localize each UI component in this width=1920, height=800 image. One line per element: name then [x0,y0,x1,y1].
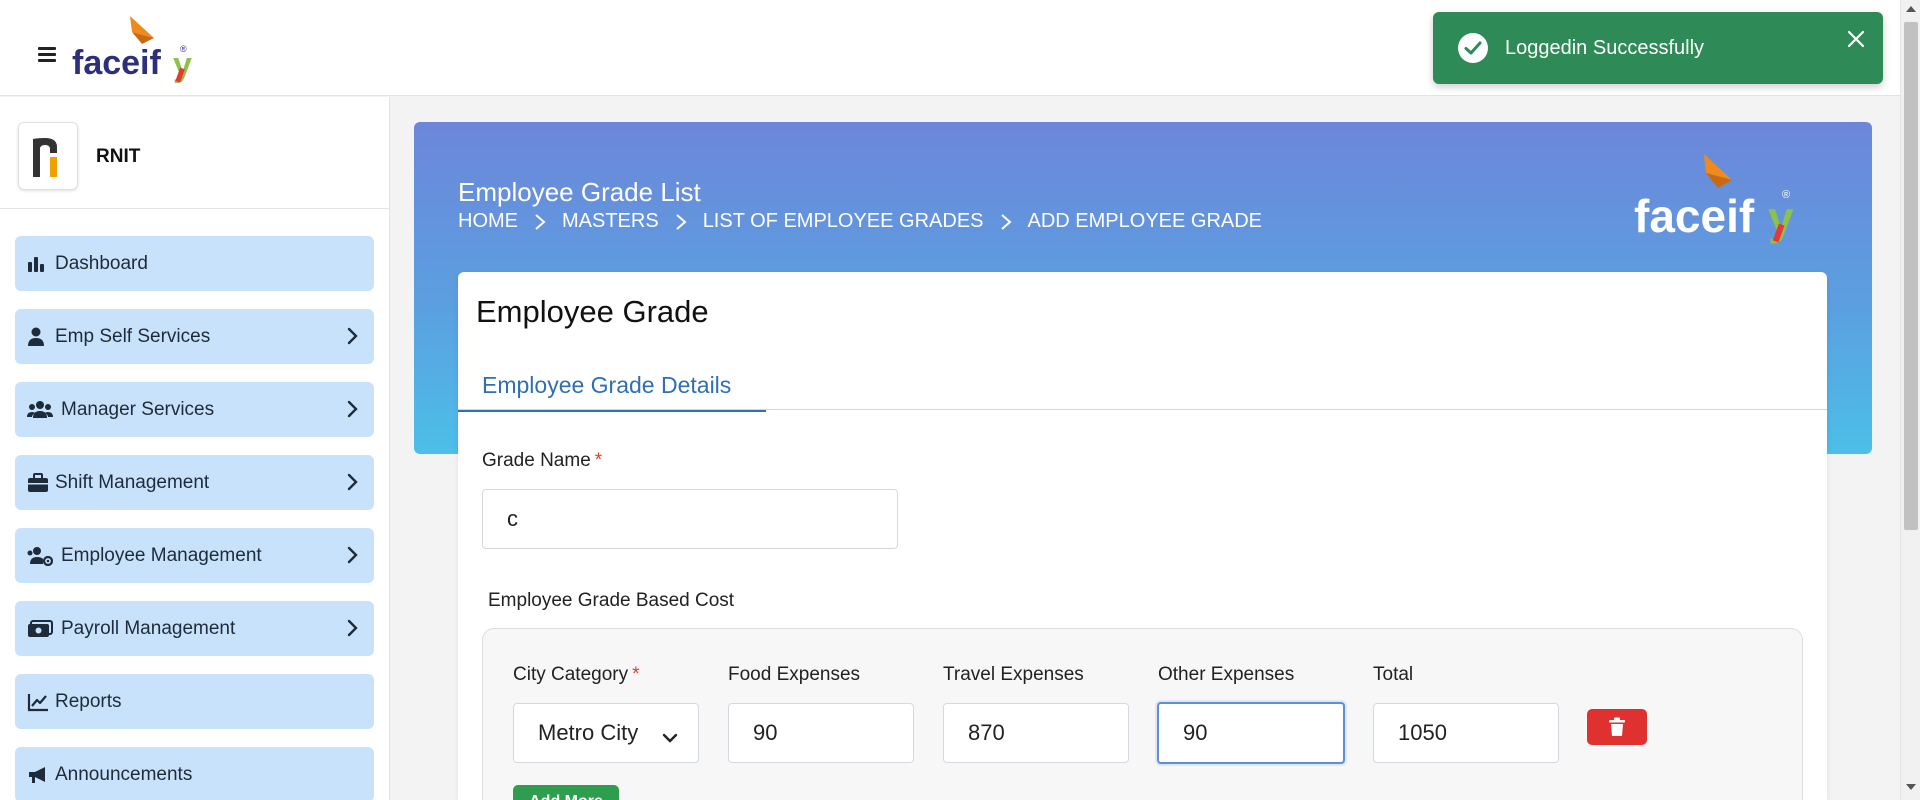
breadcrumb: HOME MASTERS LIST OF EMPLOYEE GRADES ADD… [458,210,1262,233]
sidebar-item-label: Manager Services [61,398,215,420]
brand-logo-white: faceif y ® [1634,152,1804,247]
trash-icon [1609,717,1625,736]
company-name: RNIT [96,146,141,167]
employee-grade-card: Employee Grade Employee Grade Details Gr… [458,272,1827,800]
money-icon [27,618,55,640]
sidebar-item-dashboard[interactable]: Dashboard [15,236,374,291]
tab-employee-grade-details[interactable]: Employee Grade Details [458,356,766,412]
card-title: Employee Grade [476,294,709,329]
svg-text:faceif: faceif [72,44,161,82]
cost-section-label: Employee Grade Based Cost [488,590,735,611]
required-marker: * [632,664,640,685]
hamburger-menu-icon[interactable] [38,44,64,70]
company-header: RNIT [0,97,389,209]
total-input[interactable] [1373,703,1559,763]
grade-name-input[interactable] [482,489,898,549]
users-gear-icon [27,545,55,567]
add-more-button[interactable]: Add More [513,785,619,800]
tab-divider [458,409,1827,410]
sidebar: RNIT Dashboard Emp Self Services Manager… [0,97,390,800]
sidebar-item-payroll-management[interactable]: Payroll Management [15,601,374,656]
sidebar-item-label: Employee Management [61,544,262,566]
food-expenses-input[interactable] [728,703,914,763]
chevron-right-icon [342,618,362,638]
scroll-down-arrow-icon[interactable] [1905,782,1917,792]
required-marker: * [594,450,603,471]
sidebar-item-employee-management[interactable]: Employee Management [15,528,374,583]
page-scrollbar[interactable] [1900,0,1920,800]
svg-text:faceif: faceif [1634,190,1755,242]
other-expenses-input[interactable] [1157,702,1345,764]
close-icon[interactable] [1845,28,1867,50]
sidebar-item-shift-management[interactable]: Shift Management [15,455,374,510]
sidebar-item-label: Dashboard [55,252,148,274]
sidebar-item-label: Emp Self Services [55,325,211,347]
sidebar-menu: Dashboard Emp Self Services Manager Serv… [0,209,389,800]
chevron-right-icon [676,213,687,230]
user-icon [27,326,55,348]
brand-logo: faceif y ® [72,14,202,84]
city-category-value: Metro City [538,720,639,745]
sidebar-item-announcements[interactable]: Announcements [15,747,374,800]
page-title: Employee Grade List [458,177,701,207]
breadcrumb-home[interactable]: HOME [458,210,518,233]
line-chart-icon [27,691,55,713]
megaphone-icon [27,764,55,786]
chevron-right-icon [342,545,362,565]
city-category-label-text: City Category [513,664,629,685]
svg-text:®: ® [1782,189,1790,201]
success-toast: Loggedin Successfully [1433,12,1883,84]
chevron-right-icon [1000,213,1012,230]
chevron-right-icon [342,326,362,346]
chevron-right-icon [342,472,362,492]
sidebar-item-emp-self-services[interactable]: Emp Self Services [15,309,374,364]
total-label: Total [1373,664,1414,685]
users-icon [27,399,55,421]
chevron-down-icon [662,726,678,743]
check-circle-icon [1457,32,1489,64]
scroll-up-arrow-icon[interactable] [1905,4,1917,14]
scrollbar-thumb[interactable] [1904,22,1918,530]
breadcrumb-masters[interactable]: MASTERS [562,210,659,233]
travel-expenses-input[interactable] [943,703,1129,763]
city-category-select[interactable]: Metro City [513,703,699,763]
briefcase-icon [27,472,55,494]
city-category-label: City Category * [513,664,640,686]
svg-text:®: ® [180,44,187,54]
bar-chart-icon [27,253,55,275]
food-expenses-label: Food Expenses [728,664,861,685]
breadcrumb-list-of-employee-grades[interactable]: LIST OF EMPLOYEE GRADES [703,210,984,233]
chevron-right-icon [342,399,362,419]
grade-name-label: Grade Name * [482,450,602,472]
company-logo [18,122,78,190]
sidebar-item-manager-services[interactable]: Manager Services [15,382,374,437]
sidebar-item-reports[interactable]: Reports [15,674,374,729]
travel-expenses-label: Travel Expenses [943,664,1084,685]
sidebar-item-label: Shift Management [55,471,210,493]
other-expenses-label: Other Expenses [1158,664,1295,685]
chevron-right-icon [535,213,546,230]
toast-message: Loggedin Successfully [1505,37,1705,59]
sidebar-item-label: Payroll Management [61,617,236,639]
sidebar-item-label: Reports [55,690,122,712]
breadcrumb-add-employee-grade: ADD EMPLOYEE GRADE [1027,210,1263,232]
delete-row-button[interactable] [1587,709,1647,745]
sidebar-item-label: Announcements [55,763,193,785]
grade-name-label-text: Grade Name [482,450,591,471]
grade-cost-panel: City Category * Food Expenses Travel Expe… [482,628,1803,800]
